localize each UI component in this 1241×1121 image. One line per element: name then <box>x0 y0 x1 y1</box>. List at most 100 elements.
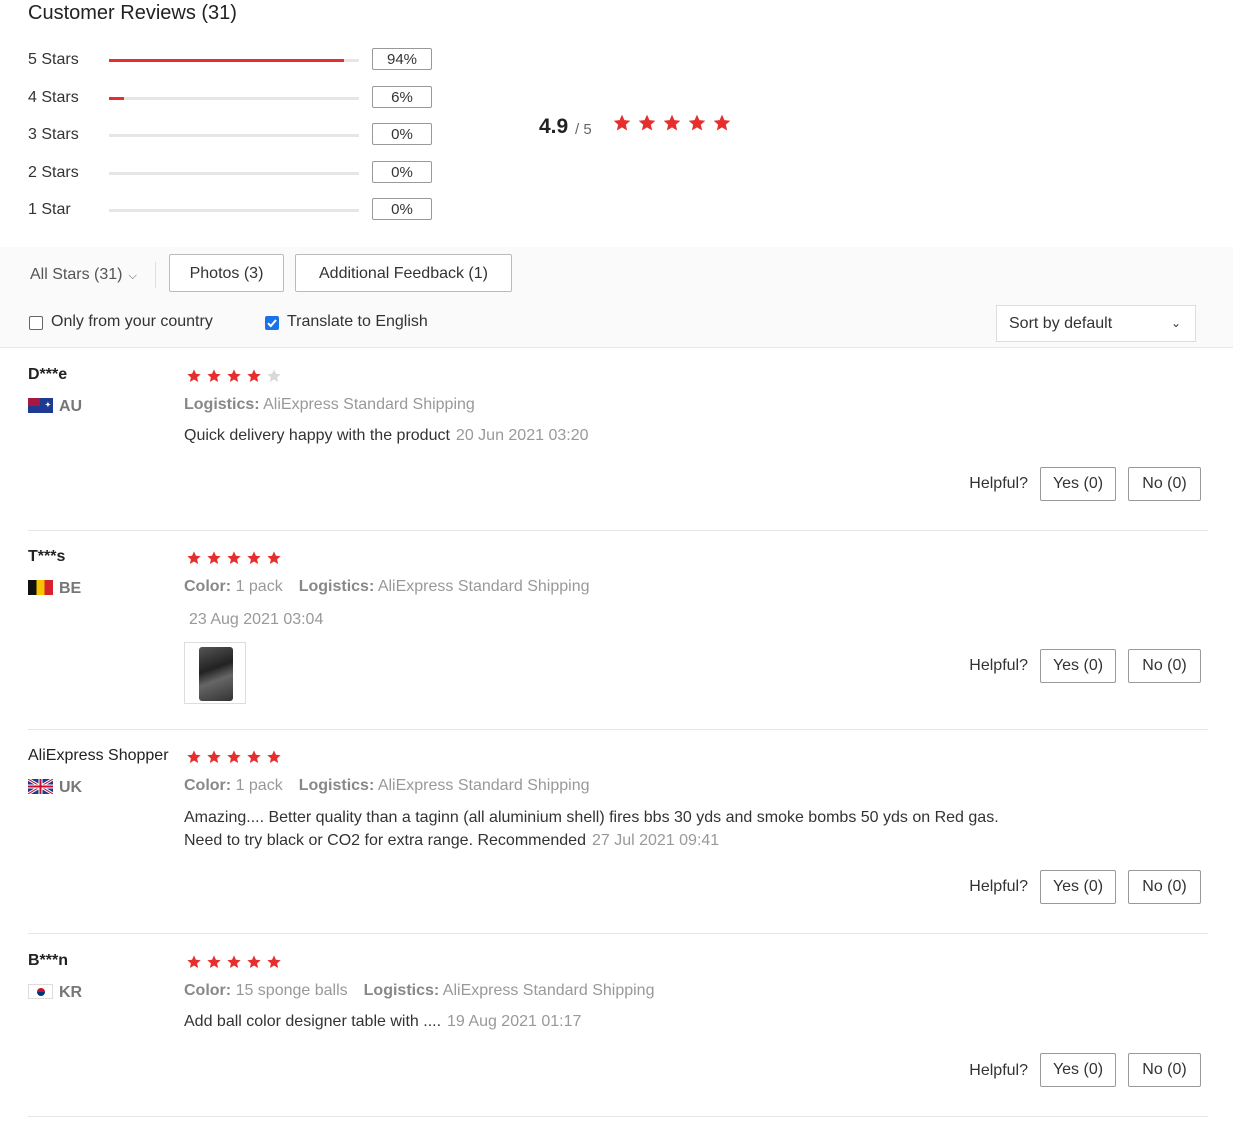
helpful-no-button[interactable]: No (0) <box>1128 870 1201 904</box>
review-date: 20 Jun 2021 03:20 <box>455 427 589 444</box>
star-filled-icon <box>266 550 282 566</box>
country-code: BE <box>59 580 82 597</box>
star-filled-icon <box>186 368 202 384</box>
helpful-yes-button[interactable]: Yes (0) <box>1040 649 1116 683</box>
star-filled-icon <box>266 749 282 765</box>
uk-flag-icon <box>28 779 53 794</box>
all-stars-dropdown[interactable]: All Stars (31) ⌵ <box>30 266 137 284</box>
logistics-value: AliExpress Standard Shipping <box>442 982 655 999</box>
helpful-yes-button[interactable]: Yes (0) <box>1040 870 1116 904</box>
helpful-no-button[interactable]: No (0) <box>1128 467 1201 501</box>
star-filled-icon <box>206 368 222 384</box>
average-rating-max: / 5 <box>575 121 592 138</box>
divider <box>28 1116 1208 1117</box>
reviewer-name: T***s <box>28 548 66 565</box>
star-filled-icon <box>186 550 202 566</box>
rating-row-4: 4 Stars 6% <box>28 86 448 110</box>
review-photo-thumbnail[interactable] <box>184 642 246 704</box>
star-filled-icon <box>712 113 732 133</box>
additional-feedback-button[interactable]: Additional Feedback (1) <box>295 254 512 292</box>
translate-checkbox[interactable] <box>265 316 279 330</box>
review-meta: Color: 15 sponge balls Logistics: AliExpr… <box>184 982 654 1000</box>
rating-bar <box>109 172 359 175</box>
sort-value: Sort by default <box>1009 315 1113 332</box>
star-filled-icon <box>246 550 262 566</box>
rating-bar <box>109 97 359 100</box>
helpful-yes-button[interactable]: Yes (0) <box>1040 1053 1116 1087</box>
review-date: 23 Aug 2021 03:04 <box>189 611 324 628</box>
reviewer-country: BE <box>28 580 81 598</box>
helpful-label: Helpful? <box>969 1062 1028 1079</box>
belgium-flag-icon <box>28 580 53 595</box>
star-empty-icon <box>266 368 282 384</box>
rating-percent: 0% <box>372 198 432 220</box>
average-stars <box>612 113 737 133</box>
page-title: Customer Reviews (31) <box>28 2 237 24</box>
country-code: AU <box>59 398 83 415</box>
chevron-down-icon: ⌵ <box>128 270 137 282</box>
star-filled-icon <box>226 550 242 566</box>
reviewer-country: ✦ AU <box>28 398 82 416</box>
star-filled-icon <box>226 954 242 970</box>
reviewer-name: B***n <box>28 952 69 969</box>
review-item: AliExpress Shopper UK Color: 1 pack Logis… <box>28 747 1208 917</box>
review-body-line: Need to try black or CO2 for extra range… <box>184 832 586 849</box>
reviewer-country: UK <box>28 779 82 797</box>
rating-percent: 94% <box>372 48 432 70</box>
rating-label: 2 Stars <box>28 164 79 181</box>
australia-flag-icon: ✦ <box>28 398 53 413</box>
translate-label[interactable]: Translate to English <box>287 313 428 331</box>
review-meta: Color: 1 pack Logistics: AliExpress Stand… <box>184 777 590 795</box>
logistics-value: AliExpress Standard Shipping <box>377 578 590 595</box>
helpful-label: Helpful? <box>969 475 1028 492</box>
star-filled-icon <box>246 368 262 384</box>
divider <box>28 729 1208 730</box>
color-label: Color: <box>184 578 232 595</box>
review-body: Quick delivery happy with the product <box>184 427 450 444</box>
sort-select[interactable]: Sort by default ⌄ <box>996 305 1196 342</box>
review-text: 23 Aug 2021 03:04 <box>183 608 323 631</box>
helpful-no-button[interactable]: No (0) <box>1128 1053 1201 1087</box>
rating-bar <box>109 59 359 62</box>
review-stars <box>186 954 286 972</box>
helpful-yes-button[interactable]: Yes (0) <box>1040 467 1116 501</box>
review-item: D***e ✦ AU Logistics: AliExpress Standar… <box>28 366 1208 516</box>
helpful-label: Helpful? <box>969 878 1028 895</box>
star-filled-icon <box>687 113 707 133</box>
logistics-label: Logistics: <box>363 982 440 999</box>
rating-bar-fill <box>109 59 344 62</box>
only-country-checkbox[interactable] <box>29 316 43 330</box>
review-item: B***n KR Color: 15 sponge balls Logistics… <box>28 952 1208 1102</box>
color-label: Color: <box>184 777 232 794</box>
rating-label: 1 Star <box>28 201 71 218</box>
color-value: 15 sponge balls <box>235 982 348 999</box>
reviewer-country: KR <box>28 984 82 1002</box>
review-meta: Color: 1 pack Logistics: AliExpress Stand… <box>184 578 590 596</box>
divider <box>28 933 1208 934</box>
color-label: Color: <box>184 982 232 999</box>
rating-label: 4 Stars <box>28 89 79 106</box>
star-filled-icon <box>206 550 222 566</box>
rating-percent: 6% <box>372 86 432 108</box>
star-filled-icon <box>612 113 632 133</box>
only-country-label[interactable]: Only from your country <box>51 313 213 331</box>
reviewer-name: D***e <box>28 366 68 383</box>
divider <box>28 530 1208 531</box>
reviews-page: Customer Reviews (31) 5 Stars 94% 4 Star… <box>0 0 1241 1121</box>
korea-flag-icon <box>28 984 53 999</box>
rating-label: 3 Stars <box>28 126 79 143</box>
review-text: Quick delivery happy with the product 20 … <box>184 424 588 447</box>
review-body-line: Amazing.... Better quality than a taginn… <box>184 809 999 826</box>
rating-row-5: 5 Stars 94% <box>28 48 448 72</box>
rating-row-1: 1 Star 0% <box>28 198 448 222</box>
star-filled-icon <box>226 368 242 384</box>
star-filled-icon <box>186 954 202 970</box>
country-code: KR <box>59 984 83 1001</box>
country-code: UK <box>59 779 83 796</box>
rating-label: 5 Stars <box>28 51 79 68</box>
star-filled-icon <box>206 749 222 765</box>
rating-bar <box>109 134 359 137</box>
average-rating: 4.9 <box>539 115 569 138</box>
helpful-no-button[interactable]: No (0) <box>1128 649 1201 683</box>
photos-filter-button[interactable]: Photos (3) <box>169 254 284 292</box>
